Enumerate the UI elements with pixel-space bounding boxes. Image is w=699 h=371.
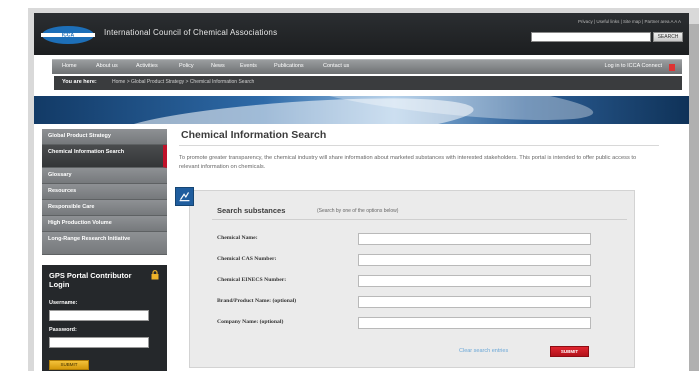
nav-item-home[interactable]: Home bbox=[62, 63, 77, 69]
nav-item-news[interactable]: News bbox=[211, 63, 225, 69]
sidebar-item-glossary[interactable]: Glossary bbox=[42, 168, 167, 184]
breadcrumb: You are here: Home > Global Product Stra… bbox=[54, 76, 682, 90]
password-label: Password: bbox=[49, 327, 77, 333]
nav-item-policy[interactable]: Policy bbox=[179, 63, 194, 69]
sidebar-item-long-range-research[interactable]: Long-Range Research Initiative bbox=[42, 232, 167, 255]
page-title: Chemical Information Search bbox=[181, 129, 327, 141]
sidebar-nav: Global Product Strategy Chemical Informa… bbox=[42, 129, 167, 261]
utility-links[interactable]: Privacy | Useful links | Site map | Part… bbox=[578, 19, 681, 24]
search-panel-icon bbox=[175, 187, 194, 206]
site-title[interactable]: International Council of Chemical Associ… bbox=[104, 28, 277, 37]
sidebar-item-chemical-information-search[interactable]: Chemical Information Search bbox=[42, 145, 167, 168]
sidebar-item-responsible-care[interactable]: Responsible Care bbox=[42, 200, 167, 216]
breadcrumb-trail[interactable]: Home > Global Product Strategy > Chemica… bbox=[112, 79, 254, 85]
sidebar-item-high-production-volume[interactable]: High Production Volume bbox=[42, 216, 167, 232]
main-nav: Home About us Activities Policy News Eve… bbox=[52, 59, 682, 74]
contributor-login-box: GPS Portal Contributor Login Username: P… bbox=[42, 265, 167, 371]
clear-search-link[interactable]: Clear search entries bbox=[459, 348, 508, 354]
panel-title: Search substances bbox=[217, 206, 286, 215]
title-divider bbox=[179, 145, 659, 146]
chemical-name-label: Chemical Name: bbox=[217, 235, 258, 241]
brand-name-label: Brand/Product Name: (optional) bbox=[217, 298, 297, 304]
pdf-icon[interactable] bbox=[669, 64, 675, 71]
company-name-label: Company Name: (optional) bbox=[217, 319, 284, 325]
search-submit-button[interactable]: SUBMIT bbox=[550, 346, 589, 357]
cas-number-input[interactable] bbox=[358, 254, 591, 266]
site-search-input[interactable] bbox=[531, 32, 651, 42]
right-shadow bbox=[689, 24, 699, 371]
header-banner bbox=[34, 96, 689, 124]
intro-text: To promote greater transparency, the che… bbox=[179, 155, 637, 170]
nav-item-contact[interactable]: Contact us bbox=[323, 63, 349, 69]
chemical-name-input[interactable] bbox=[358, 233, 591, 245]
icca-logo-icon[interactable]: ICCA bbox=[41, 25, 95, 45]
nav-item-activities[interactable]: Activities bbox=[136, 63, 158, 69]
login-title: GPS Portal Contributor Login bbox=[49, 271, 132, 289]
panel-divider bbox=[212, 219, 627, 220]
nav-item-about[interactable]: About us bbox=[96, 63, 118, 69]
nav-item-publications[interactable]: Publications bbox=[274, 63, 304, 69]
svg-text:ICCA: ICCA bbox=[62, 33, 75, 39]
sidebar-item-resources[interactable]: Resources bbox=[42, 184, 167, 200]
cas-number-label: Chemical CAS Number: bbox=[217, 256, 277, 262]
breadcrumb-label: You are here: bbox=[62, 79, 97, 85]
web-page: ICCA International Council of Chemical A… bbox=[34, 13, 689, 371]
lock-icon bbox=[151, 270, 159, 280]
site-search-button[interactable]: SEARCH bbox=[653, 32, 683, 42]
panel-hint: (Search by one of the options below) bbox=[317, 208, 399, 214]
password-input[interactable] bbox=[49, 337, 149, 348]
sidebar-item-global-product-strategy[interactable]: Global Product Strategy bbox=[42, 129, 167, 145]
nav-item-events[interactable]: Events bbox=[240, 63, 257, 69]
username-input[interactable] bbox=[49, 310, 149, 321]
site-header: ICCA International Council of Chemical A… bbox=[34, 13, 689, 55]
brand-name-input[interactable] bbox=[358, 296, 591, 308]
login-submit-button[interactable]: SUBMIT bbox=[49, 360, 89, 370]
connect-login-link[interactable]: Log in to ICCA Connect bbox=[605, 63, 662, 69]
einecs-number-input[interactable] bbox=[358, 275, 591, 287]
einecs-number-label: Chemical EINECS Number: bbox=[217, 277, 287, 283]
username-label: Username: bbox=[49, 300, 78, 306]
company-name-input[interactable] bbox=[358, 317, 591, 329]
